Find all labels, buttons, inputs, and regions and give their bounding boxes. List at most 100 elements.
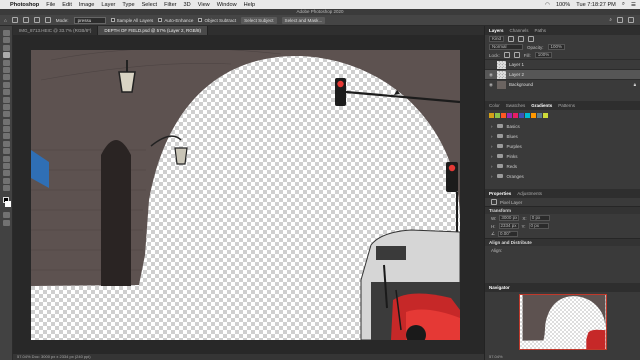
layer-row-layer-1[interactable]: Layer 1 bbox=[485, 59, 640, 69]
tab-patterns[interactable]: Patterns bbox=[558, 103, 575, 108]
chevron-right-icon[interactable]: › bbox=[491, 164, 493, 169]
menu-edit[interactable]: Edit bbox=[62, 2, 72, 8]
gradient-folder-reds[interactable]: › Reds bbox=[485, 161, 640, 171]
tab-gradients[interactable]: Gradients bbox=[531, 103, 552, 108]
opacity-field[interactable]: 100% bbox=[547, 44, 566, 50]
checkbox-box[interactable] bbox=[110, 18, 115, 22]
lock-pixels-icon[interactable] bbox=[503, 52, 510, 58]
eye-icon[interactable]: ◉ bbox=[489, 82, 494, 88]
gradient-swatch-7[interactable] bbox=[531, 113, 536, 118]
battery-label[interactable]: 100% bbox=[556, 2, 570, 8]
brush-tool-icon[interactable] bbox=[2, 89, 10, 96]
tab-img-8713[interactable]: IMG_8713.HEIC @ 33.7% (RGB/8*) bbox=[13, 26, 99, 35]
menu-select[interactable]: Select bbox=[142, 2, 158, 8]
gradient-folder-oranges[interactable]: › Oranges bbox=[485, 171, 640, 181]
select-subject-button[interactable]: Select Subject bbox=[241, 16, 277, 24]
gradient-swatch-9[interactable] bbox=[543, 113, 548, 118]
search-icon[interactable]: ⌕ bbox=[609, 17, 612, 23]
rectangle-tool-icon[interactable] bbox=[2, 163, 10, 170]
eraser-tool-icon[interactable] bbox=[2, 111, 10, 118]
transform-section-header[interactable]: Transform bbox=[485, 206, 640, 214]
tab-swatches[interactable]: Swatches bbox=[506, 103, 526, 108]
gradient-folder-purples[interactable]: › Purples bbox=[485, 141, 640, 151]
auto-enhance-checkbox[interactable]: Auto-Enhance bbox=[158, 18, 193, 23]
gradient-folder-blues[interactable]: › Blues bbox=[485, 131, 640, 141]
tab-properties[interactable]: Properties bbox=[489, 191, 511, 196]
navigator-preview[interactable] bbox=[519, 294, 607, 350]
navigator-zoom[interactable]: 57.04% bbox=[489, 354, 503, 359]
layer-row-background[interactable]: ◉ Background 🔒︎ bbox=[485, 79, 640, 89]
clock[interactable]: Tue 7:18:27 PM bbox=[576, 2, 616, 8]
pen-tool-icon[interactable] bbox=[2, 140, 10, 147]
filter-type-icon[interactable] bbox=[528, 36, 535, 42]
tab-layers[interactable]: Layers bbox=[489, 28, 504, 33]
clone-stamp-tool-icon[interactable] bbox=[2, 96, 10, 103]
object-subtract-checkbox[interactable]: Object Subtract bbox=[198, 18, 236, 23]
eyedropper-tool-icon[interactable] bbox=[2, 74, 10, 81]
filter-pixel-icon[interactable] bbox=[508, 36, 515, 42]
workspace-icon[interactable] bbox=[617, 17, 623, 23]
y-field[interactable]: 0 px bbox=[528, 223, 549, 229]
eye-icon[interactable]: ◉ bbox=[489, 72, 494, 78]
kind-filter-dropdown[interactable]: Kind bbox=[489, 36, 505, 42]
type-tool-icon[interactable] bbox=[2, 148, 10, 155]
gradient-swatch-2[interactable] bbox=[501, 113, 506, 118]
gradient-folder-pinks[interactable]: › Pinks bbox=[485, 151, 640, 161]
gradient-folder-basics[interactable]: › Basics bbox=[485, 121, 640, 131]
x-field[interactable]: 0 px bbox=[529, 215, 550, 221]
height-field[interactable]: 2334 px bbox=[498, 223, 519, 229]
quick-mask-icon[interactable] bbox=[2, 212, 10, 219]
marquee-tool-icon[interactable] bbox=[2, 37, 10, 44]
wifi-icon[interactable]: ◠ bbox=[545, 2, 550, 8]
menu-app-name[interactable]: Photoshop bbox=[10, 2, 39, 8]
angle-field[interactable]: 0.00° bbox=[498, 231, 519, 237]
more-tools-icon[interactable] bbox=[2, 185, 10, 192]
add-to-selection-icon[interactable] bbox=[33, 17, 40, 23]
spotlight-search-icon[interactable]: ⌕ bbox=[622, 1, 625, 8]
menu-window[interactable]: Window bbox=[217, 2, 237, 8]
zoom-tool-icon[interactable] bbox=[2, 177, 10, 184]
subtract-from-selection-icon[interactable] bbox=[44, 17, 51, 23]
home-icon[interactable]: ⌂ bbox=[4, 18, 7, 23]
frame-tool-icon[interactable] bbox=[2, 66, 10, 73]
dodge-tool-icon[interactable] bbox=[2, 133, 10, 140]
blend-mode-dropdown[interactable]: Normal bbox=[489, 44, 523, 50]
chevron-right-icon[interactable]: › bbox=[491, 174, 493, 179]
menu-type[interactable]: Type bbox=[122, 2, 134, 8]
object-selection-tool-icon[interactable] bbox=[2, 52, 10, 59]
healing-brush-tool-icon[interactable] bbox=[2, 81, 10, 88]
blur-tool-icon[interactable] bbox=[2, 126, 10, 133]
gradient-swatch-1[interactable] bbox=[495, 113, 500, 118]
canvas-area[interactable] bbox=[13, 35, 484, 354]
menu-image[interactable]: Image bbox=[79, 2, 95, 8]
menu-file[interactable]: File bbox=[46, 2, 55, 8]
new-selection-icon[interactable] bbox=[22, 17, 29, 23]
chevron-right-icon[interactable]: › bbox=[491, 134, 493, 139]
crop-tool-icon[interactable] bbox=[2, 59, 10, 66]
gradient-swatch-5[interactable] bbox=[519, 113, 524, 118]
menu-view[interactable]: View bbox=[198, 2, 210, 8]
path-selection-tool-icon[interactable] bbox=[2, 155, 10, 162]
background-color-swatch[interactable] bbox=[5, 200, 11, 207]
checkbox-box[interactable] bbox=[198, 18, 203, 22]
screen-mode-icon[interactable] bbox=[2, 219, 10, 226]
chevron-right-icon[interactable]: › bbox=[491, 154, 493, 159]
gradient-swatch-4[interactable] bbox=[513, 113, 518, 118]
tab-color[interactable]: Color bbox=[489, 103, 500, 108]
lasso-tool-icon[interactable] bbox=[2, 44, 10, 51]
menu-help[interactable]: Help bbox=[244, 2, 256, 8]
checkbox-box[interactable] bbox=[158, 18, 163, 22]
menu-3d[interactable]: 3D bbox=[184, 2, 191, 8]
tab-adjustments[interactable]: Adjustments bbox=[517, 191, 542, 196]
control-center-icon[interactable]: ☰ bbox=[631, 2, 636, 8]
tab-paths[interactable]: Paths bbox=[535, 28, 547, 33]
sample-all-layers-checkbox[interactable]: Sample All Layers bbox=[110, 18, 153, 23]
object-selection-tool-icon[interactable] bbox=[11, 17, 18, 23]
brush-preset-dropdown[interactable]: pressu bbox=[73, 16, 106, 24]
chevron-right-icon[interactable]: › bbox=[491, 144, 493, 149]
tab-channels[interactable]: Channels bbox=[510, 28, 529, 33]
move-tool-icon[interactable] bbox=[2, 30, 10, 36]
hand-tool-icon[interactable] bbox=[2, 170, 10, 177]
select-and-mask-button[interactable]: Select and Mask... bbox=[281, 16, 326, 24]
tab-depth-of-field[interactable]: DEPTH OF FIELD.psd @ 57% (Layer 2, RGB/8… bbox=[98, 26, 208, 35]
